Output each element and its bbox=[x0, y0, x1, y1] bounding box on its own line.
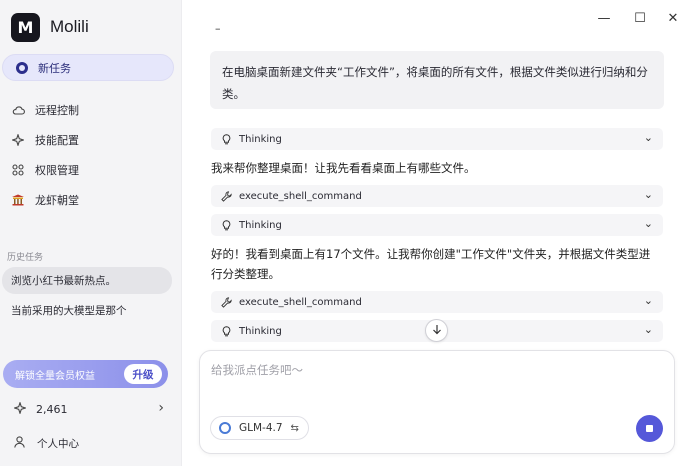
step-label: Thinking bbox=[239, 133, 282, 145]
new-task-label: 新任务 bbox=[38, 61, 71, 75]
assistant-reply: 好的！我看到桌面上有17个文件。让我帮你创建"工作文件"文件夹，并根据文件类型进 bbox=[211, 247, 651, 261]
stop-icon bbox=[646, 425, 653, 432]
thinking-step[interactable]: Thinking ⌄ bbox=[211, 214, 663, 236]
tool-call-step[interactable]: execute_shell_command ⌄ bbox=[211, 291, 663, 313]
bulb-icon bbox=[219, 219, 233, 231]
profile-label: 个人中心 bbox=[37, 437, 79, 450]
bulb-icon bbox=[219, 133, 233, 145]
cloud-icon bbox=[11, 103, 25, 117]
new-task-icon bbox=[16, 61, 28, 74]
brand: M Molili bbox=[11, 11, 89, 43]
user-icon bbox=[14, 435, 25, 451]
app-logo: M bbox=[11, 12, 40, 42]
sidebar-item-court[interactable]: 龙虾朝堂 bbox=[11, 190, 79, 210]
swap-icon: ⇆ bbox=[290, 422, 299, 434]
upgrade-text: 解锁全量会员权益 bbox=[15, 370, 95, 382]
arrow-down-icon bbox=[432, 324, 442, 338]
chevron-down-icon: ⌄ bbox=[643, 323, 653, 336]
model-selector[interactable]: GLM-4.7 ⇆ bbox=[210, 416, 309, 440]
chevron-down-icon: ⌄ bbox=[643, 188, 653, 201]
app-name: Molili bbox=[50, 17, 89, 36]
grid-icon bbox=[11, 163, 25, 177]
chevron-down-icon: ⌄ bbox=[643, 131, 653, 144]
step-label: Thinking bbox=[239, 325, 282, 337]
sidebar: M Molili 新任务 远程控制 技能配置 权限管理 龙虾朝堂 历史任务 浏览… bbox=[0, 0, 182, 466]
upgrade-button[interactable]: 升级 bbox=[124, 364, 162, 384]
sidebar-item-label: 远程控制 bbox=[35, 104, 79, 117]
thinking-step[interactable]: Thinking ⌄ bbox=[211, 128, 663, 150]
minimize-icon: — bbox=[597, 10, 611, 26]
step-label: execute_shell_command bbox=[239, 190, 362, 202]
sidebar-item-permissions[interactable]: 权限管理 bbox=[11, 160, 79, 180]
conversation-title: – bbox=[215, 22, 221, 35]
history-item[interactable]: 浏览小红书最新热点。 bbox=[2, 267, 172, 294]
bulb-icon bbox=[219, 325, 233, 337]
chevron-down-icon: ⌄ bbox=[643, 294, 653, 307]
sidebar-item-label: 龙虾朝堂 bbox=[35, 194, 79, 207]
credits-sparkle-icon bbox=[13, 400, 27, 417]
model-name: GLM-4.7 bbox=[239, 422, 283, 434]
sidebar-item-remote-control[interactable]: 远程控制 bbox=[11, 100, 79, 120]
step-label: execute_shell_command bbox=[239, 296, 362, 308]
credits-row[interactable]: 2,461 › bbox=[13, 400, 164, 418]
model-icon bbox=[219, 422, 231, 434]
temple-icon bbox=[11, 193, 25, 207]
history-item[interactable]: 当前采用的大模型是那个 bbox=[2, 297, 172, 324]
history-section-title: 历史任务 bbox=[7, 253, 44, 263]
tool-call-step[interactable]: execute_shell_command ⌄ bbox=[211, 185, 663, 207]
stop-button[interactable] bbox=[636, 415, 663, 442]
sidebar-item-label: 技能配置 bbox=[35, 134, 79, 147]
composer: 给我派点任务吧～ GLM-4.7 ⇆ bbox=[199, 350, 675, 454]
task-input[interactable]: 给我派点任务吧～ bbox=[211, 362, 303, 378]
scroll-to-bottom-button[interactable] bbox=[425, 319, 448, 342]
wrench-icon bbox=[219, 296, 233, 308]
maximize-button[interactable]: ☐ bbox=[630, 8, 650, 28]
sparkle-icon bbox=[11, 133, 25, 147]
close-icon: ✕ bbox=[667, 10, 679, 26]
chevron-right-icon: › bbox=[158, 400, 164, 416]
credits-value: 2,461 bbox=[36, 402, 68, 416]
profile-link[interactable]: 个人中心 bbox=[14, 434, 79, 452]
user-message: 在电脑桌面新建文件夹“工作文件”，将桌面的所有文件，根据文件类似进行归纳和分类。 bbox=[210, 51, 664, 109]
sidebar-item-skills[interactable]: 技能配置 bbox=[11, 130, 79, 150]
upgrade-banner[interactable]: 解锁全量会员权益 升级 bbox=[3, 360, 168, 388]
new-task-button[interactable]: 新任务 bbox=[2, 54, 174, 81]
assistant-reply-continued: 行分类整理。 bbox=[211, 267, 280, 281]
maximize-icon: ☐ bbox=[634, 10, 646, 26]
minimize-button[interactable]: — bbox=[594, 8, 614, 28]
chevron-down-icon: ⌄ bbox=[643, 217, 653, 230]
wrench-icon bbox=[219, 190, 233, 202]
step-label: Thinking bbox=[239, 219, 282, 231]
sidebar-item-label: 权限管理 bbox=[35, 164, 79, 177]
assistant-reply: 我来帮你整理桌面！让我先看看桌面上有哪些文件。 bbox=[211, 161, 476, 175]
close-button[interactable]: ✕ bbox=[663, 8, 683, 28]
